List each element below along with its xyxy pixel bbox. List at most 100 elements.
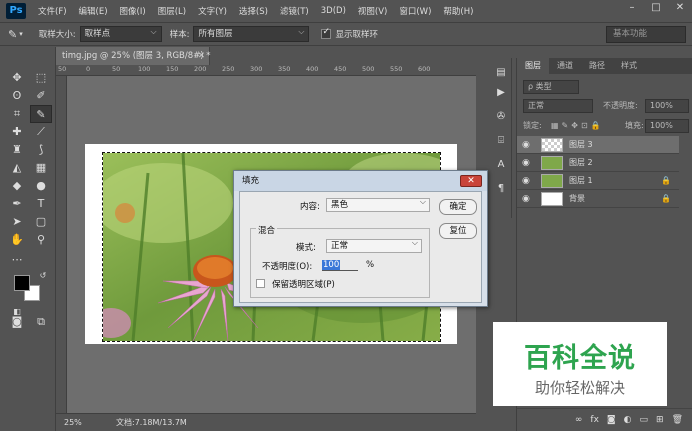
close-tab-icon[interactable]: ✕ bbox=[198, 47, 205, 65]
menu-image[interactable]: 图像(I) bbox=[114, 5, 152, 17]
menu-file[interactable]: 文件(F) bbox=[32, 5, 73, 17]
pen-tool-icon[interactable]: ✒ bbox=[6, 195, 28, 213]
window-controls: – □ ✕ bbox=[620, 0, 692, 16]
mask-icon[interactable]: ◙ bbox=[607, 415, 616, 425]
trash-icon[interactable]: 🗑 bbox=[672, 415, 683, 425]
eraser-tool-icon[interactable]: ◭ bbox=[6, 159, 28, 177]
menu-layer[interactable]: 图层(L) bbox=[152, 5, 192, 17]
preserve-transparency-checkbox[interactable] bbox=[256, 279, 265, 288]
eyedropper-tool-icon[interactable]: ✎ bbox=[8, 28, 17, 41]
visibility-eye-icon[interactable]: ◉ bbox=[522, 190, 530, 208]
more-tools-icon[interactable]: ⋯ bbox=[6, 251, 28, 269]
minimize-icon[interactable]: – bbox=[620, 0, 644, 16]
visibility-eye-icon[interactable]: ◉ bbox=[522, 172, 530, 190]
quick-select-tool-icon[interactable]: ✐ bbox=[30, 87, 52, 105]
layer-filter-select[interactable]: ρ 类型 bbox=[523, 80, 579, 94]
dialog-close-button[interactable]: ✕ bbox=[460, 175, 482, 187]
opacity-input[interactable]: 100 bbox=[322, 259, 358, 271]
menu-edit[interactable]: 编辑(E) bbox=[73, 5, 114, 17]
eyedropper-icon[interactable]: ✎ bbox=[30, 105, 52, 123]
ruler-tick: 350 bbox=[278, 65, 291, 73]
menu-3d[interactable]: 3D(D) bbox=[315, 6, 352, 16]
document-tab[interactable]: timg.jpg @ 25% (图层 3, RGB/8#) * ✕ bbox=[56, 47, 211, 65]
menu-type[interactable]: 文字(Y) bbox=[192, 5, 233, 17]
horizontal-ruler: 50 0 50 100 150 200 250 300 350 400 450 … bbox=[56, 65, 476, 76]
shape-tool-icon[interactable]: ▢ bbox=[30, 213, 52, 231]
layer-row[interactable]: ◉ 背景 🔒 bbox=[517, 190, 679, 208]
photoshop-logo: Ps bbox=[6, 3, 26, 19]
actions-panel-icon[interactable]: ▶ bbox=[494, 86, 508, 100]
layer-row[interactable]: ◉ 图层 3 bbox=[517, 136, 679, 154]
zoom-level[interactable]: 25% bbox=[64, 414, 82, 431]
fill-field[interactable]: 100% bbox=[645, 119, 689, 133]
tool-preset-chevron-icon[interactable]: ▾ bbox=[19, 30, 23, 38]
stamp-tool-icon[interactable]: ♜ bbox=[6, 141, 28, 159]
healing-tool-icon[interactable]: ✚ bbox=[6, 123, 28, 141]
layer-thumbnail bbox=[541, 174, 563, 188]
clone-source-icon[interactable]: ⌹ bbox=[494, 134, 508, 148]
close-icon[interactable]: ✕ bbox=[668, 0, 692, 16]
fx-icon[interactable]: fx bbox=[590, 415, 599, 425]
swap-colors-icon[interactable]: ↺ bbox=[32, 267, 54, 285]
path-select-tool-icon[interactable]: ➤ bbox=[6, 213, 28, 231]
menu-select[interactable]: 选择(S) bbox=[233, 5, 274, 17]
reset-button[interactable]: 复位 bbox=[439, 223, 477, 239]
sample-label: 样本: bbox=[169, 30, 190, 40]
sample-size-select[interactable]: 取样点 bbox=[79, 25, 162, 42]
brush-tool-icon[interactable]: ⟋ bbox=[30, 123, 52, 141]
menu-filter[interactable]: 滤镜(T) bbox=[274, 5, 315, 17]
menu-help[interactable]: 帮助(H) bbox=[437, 5, 479, 17]
adjustment-icon[interactable]: ◐ bbox=[624, 415, 632, 425]
collapsed-panels: ▤ ▶ ✇ ⌹ A ¶ bbox=[490, 58, 512, 218]
quick-mask-icon[interactable]: ◙ bbox=[6, 313, 28, 331]
layer-name: 背景 bbox=[569, 194, 585, 203]
dialog-body: 内容: 黑色 确定 复位 混合 模式: 正常 不透明度(O): 100 % 保留… bbox=[239, 191, 482, 303]
lock-icon: 🔒 bbox=[661, 194, 671, 203]
tab-channels[interactable]: 通道 bbox=[549, 58, 581, 74]
mode-select[interactable]: 正常 bbox=[326, 237, 422, 253]
dodge-tool-icon[interactable]: ● bbox=[30, 177, 52, 195]
menu-window[interactable]: 窗口(W) bbox=[393, 5, 437, 17]
show-ring-label: 显示取样环 bbox=[335, 30, 378, 40]
crop-tool-icon[interactable]: ⌗ bbox=[6, 105, 28, 123]
history-brush-icon[interactable]: ⟆ bbox=[30, 141, 52, 159]
tab-layers[interactable]: 图层 bbox=[517, 58, 549, 74]
history-panel-icon[interactable]: ▤ bbox=[494, 66, 508, 80]
screen-mode-icon[interactable]: ⧉ bbox=[30, 313, 52, 331]
blend-mode-select[interactable]: 正常 bbox=[523, 99, 593, 113]
menu-view[interactable]: 视图(V) bbox=[352, 5, 393, 17]
gradient-tool-icon[interactable]: ▦ bbox=[30, 159, 52, 177]
hand-tool-icon[interactable]: ✋ bbox=[6, 231, 28, 249]
group-icon[interactable]: ▭ bbox=[640, 415, 649, 425]
visibility-eye-icon[interactable]: ◉ bbox=[522, 154, 530, 172]
status-bar: 25% 文档:7.18M/13.7M bbox=[56, 413, 476, 431]
zoom-tool-icon[interactable]: ⚲ bbox=[30, 231, 52, 249]
new-layer-icon[interactable]: ⊞ bbox=[656, 415, 664, 425]
contents-select[interactable]: 黑色 bbox=[326, 196, 430, 212]
watermark-title: 百科全说 bbox=[524, 343, 636, 374]
workspace-select[interactable]: 基本功能 bbox=[606, 26, 686, 43]
opacity-input-value: 100 bbox=[322, 260, 341, 270]
blur-tool-icon[interactable]: ◆ bbox=[6, 177, 28, 195]
link-icon[interactable]: ∞ bbox=[575, 415, 583, 425]
character-panel-icon[interactable]: A bbox=[494, 158, 508, 172]
paragraph-panel-icon[interactable]: ¶ bbox=[494, 182, 508, 196]
move-tool-icon[interactable]: ✥ bbox=[6, 69, 28, 87]
show-ring-checkbox[interactable] bbox=[321, 27, 332, 39]
layer-row[interactable]: ◉ 图层 1 🔒 bbox=[517, 172, 679, 190]
vertical-ruler bbox=[56, 76, 67, 413]
blending-group-label: 混合 bbox=[256, 224, 278, 236]
adjust-panel-icon[interactable]: ✇ bbox=[494, 110, 508, 124]
sample-select[interactable]: 所有图层 bbox=[193, 25, 310, 42]
foreground-color-swatch[interactable] bbox=[14, 275, 30, 291]
tab-styles[interactable]: 样式 bbox=[613, 58, 645, 74]
ok-button[interactable]: 确定 bbox=[439, 199, 477, 215]
tab-paths[interactable]: 路径 bbox=[581, 58, 613, 74]
visibility-eye-icon[interactable]: ◉ bbox=[522, 136, 530, 154]
marquee-tool-icon[interactable]: ⬚ bbox=[30, 69, 52, 87]
maximize-icon[interactable]: □ bbox=[644, 0, 668, 16]
opacity-field[interactable]: 100% bbox=[645, 99, 689, 113]
lasso-tool-icon[interactable]: ʘ bbox=[6, 87, 28, 105]
layer-row[interactable]: ◉ 图层 2 bbox=[517, 154, 679, 172]
type-tool-icon[interactable]: T bbox=[30, 195, 52, 213]
